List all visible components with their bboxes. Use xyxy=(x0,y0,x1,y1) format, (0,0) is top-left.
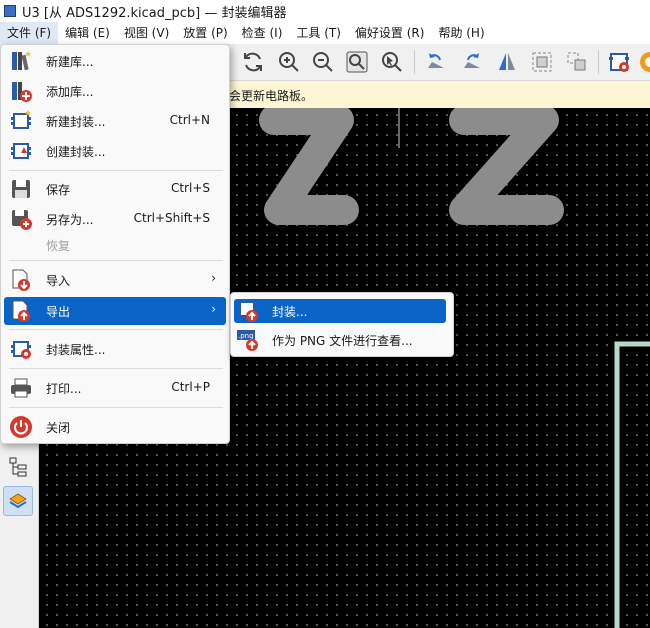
export-icon xyxy=(12,300,30,322)
print-icon xyxy=(11,378,31,398)
submenu-arrow-icon: › xyxy=(211,271,216,285)
window-title: U3 [从 ADS1292.kicad_pcb] — 封装编辑器 xyxy=(22,5,287,21)
menu-item-import[interactable]: 导入 › xyxy=(4,266,226,294)
menu-separator xyxy=(9,368,223,369)
menu-help[interactable]: 帮助 (H) xyxy=(431,22,491,44)
export-png-icon: .png xyxy=(237,330,258,351)
zoom-in-icon[interactable] xyxy=(275,48,303,76)
submenu-arrow-icon: › xyxy=(211,302,216,316)
mirror-icon[interactable] xyxy=(493,48,521,76)
menu-view[interactable]: 视图 (V) xyxy=(117,22,176,44)
menu-place[interactable]: 放置 (P) xyxy=(176,22,234,44)
layers-icon[interactable] xyxy=(3,486,33,516)
new-library-icon xyxy=(12,51,31,71)
menu-edit[interactable]: 编辑 (E) xyxy=(58,22,117,44)
submenu-item-export-png[interactable]: .png 作为 PNG 文件进行查看... xyxy=(234,328,446,352)
menu-item-print[interactable]: 打印... Ctrl+P xyxy=(4,374,226,402)
menu-preferences[interactable]: 偏好设置 (R) xyxy=(348,22,432,44)
create-footprint-icon xyxy=(11,143,31,159)
save-as-icon xyxy=(12,210,32,230)
info-bar-text: 会更新电路板。 xyxy=(229,89,314,103)
rotate-ccw-icon[interactable] xyxy=(422,48,450,76)
footprint-settings-icon[interactable] xyxy=(605,48,633,76)
silkscreen-z-glyph xyxy=(449,108,564,225)
menu-separator xyxy=(9,407,223,408)
menu-tools[interactable]: 工具 (T) xyxy=(289,22,348,44)
svg-text:.png: .png xyxy=(238,332,254,340)
menu-item-footprint-properties[interactable]: 封装属性... xyxy=(4,335,226,363)
footprint-properties-icon xyxy=(11,341,31,359)
zoom-selection-icon[interactable] xyxy=(378,48,406,76)
menu-item-add-library[interactable]: 添加库... xyxy=(4,77,226,105)
menu-item-save[interactable]: 保存 Ctrl+S xyxy=(4,175,226,203)
title-bar: U3 [从 ADS1292.kicad_pcb] — 封装编辑器 xyxy=(0,0,650,22)
app-icon xyxy=(4,5,16,17)
menu-item-create-footprint[interactable]: 创建封装... xyxy=(4,137,226,165)
hierarchy-icon[interactable] xyxy=(3,452,33,482)
menu-bar: 文件 (F) 编辑 (E) 视图 (V) 放置 (P) 检查 (I) 工具 (T… xyxy=(0,22,650,44)
new-footprint-icon xyxy=(11,110,31,129)
menu-item-save-as[interactable]: 另存为... Ctrl+Shift+S xyxy=(4,205,226,233)
menu-item-new-library[interactable]: 新建库... xyxy=(4,47,226,75)
menu-inspect[interactable]: 检查 (I) xyxy=(235,22,290,44)
add-library-icon xyxy=(12,82,32,102)
zoom-fit-icon[interactable] xyxy=(343,48,371,76)
save-icon xyxy=(12,180,30,198)
ungroup-icon[interactable] xyxy=(563,48,591,76)
rotate-cw-icon[interactable] xyxy=(458,48,486,76)
zoom-out-icon[interactable] xyxy=(309,48,337,76)
silkscreen-z-glyph xyxy=(259,108,359,225)
board-outline xyxy=(614,341,650,628)
menu-separator xyxy=(9,170,223,171)
menu-separator xyxy=(9,260,223,261)
refresh-icon[interactable] xyxy=(239,48,267,76)
close-power-icon xyxy=(10,416,32,438)
submenu-item-export-footprint[interactable]: 封装... xyxy=(234,299,446,323)
menu-separator xyxy=(9,329,223,330)
export-submenu: 封装... .png 作为 PNG 文件进行查看... xyxy=(230,292,454,357)
menu-item-close[interactable]: 关闭 xyxy=(4,413,226,441)
menu-item-export[interactable]: 导出 › xyxy=(4,297,226,325)
import-icon xyxy=(12,269,30,291)
group-icon[interactable] xyxy=(528,48,556,76)
menu-item-new-footprint[interactable]: 新建封装... Ctrl+N xyxy=(4,107,226,135)
menu-file[interactable]: 文件 (F) xyxy=(0,22,59,44)
file-menu-dropdown: 新建库... 添加库... 新建封装... Ctrl+N 创建封装... 保存 … xyxy=(0,44,230,444)
toolbar-separator xyxy=(414,50,415,74)
menu-item-revert[interactable]: 恢复 xyxy=(4,231,226,259)
toolbar-separator xyxy=(598,50,599,74)
export-footprint-icon xyxy=(237,301,258,322)
help-icon[interactable] xyxy=(636,48,650,76)
